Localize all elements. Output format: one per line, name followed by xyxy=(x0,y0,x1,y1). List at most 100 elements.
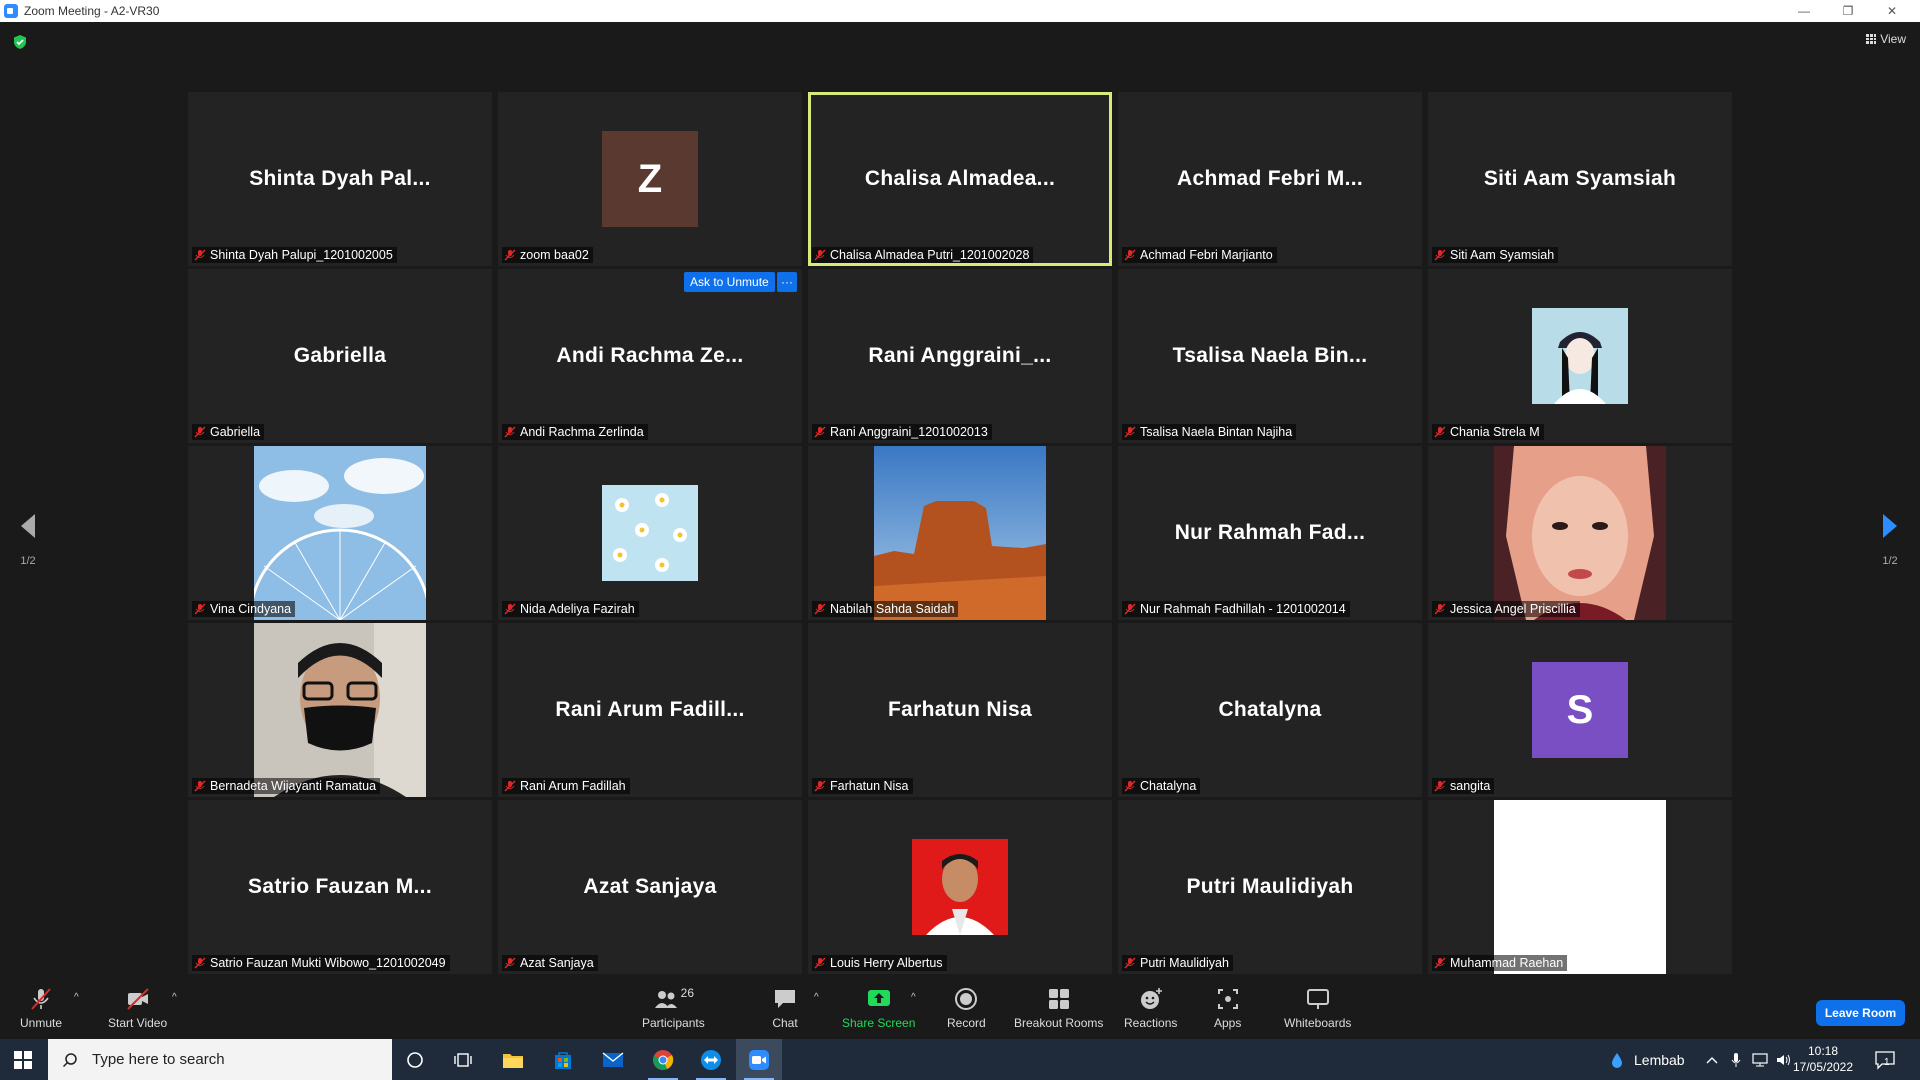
view-button[interactable]: View xyxy=(1866,32,1906,46)
chrome-button[interactable] xyxy=(640,1039,686,1080)
start-video-button[interactable]: Start Video xyxy=(108,986,167,1030)
teamviewer-button[interactable] xyxy=(688,1039,734,1080)
record-icon xyxy=(955,988,978,1010)
nametag-label: Satrio Fauzan Mukti Wibowo_1201002049 xyxy=(210,956,446,970)
video-tile[interactable]: Satrio Fauzan M... Satrio Fauzan Mukti W… xyxy=(188,800,492,974)
video-tile[interactable]: S sangita xyxy=(1428,623,1732,797)
chat-label: Chat xyxy=(772,1016,798,1030)
profile-picture xyxy=(1532,308,1628,404)
video-tile[interactable]: Rani Anggraini_... Rani Anggraini_120100… xyxy=(808,269,1112,443)
microsoft-store-button[interactable] xyxy=(540,1039,586,1080)
video-tile[interactable]: Muhammad Raehan xyxy=(1428,800,1732,974)
muted-mic-icon xyxy=(1434,780,1446,792)
chat-button[interactable]: Chat xyxy=(772,986,798,1030)
previous-page-button[interactable]: 1/2 xyxy=(8,512,48,567)
page-indicator: 1/2 xyxy=(1882,555,1898,567)
muted-mic-icon xyxy=(1434,249,1446,261)
video-tile[interactable]: Nur Rahmah Fad... Nur Rahmah Fadhillah -… xyxy=(1118,446,1422,620)
video-tile[interactable]: Achmad Febri M... Achmad Febri Marjianto xyxy=(1118,92,1422,266)
more-options-button[interactable]: ··· xyxy=(777,272,797,292)
store-icon xyxy=(555,1051,571,1069)
video-tile[interactable]: Farhatun Nisa Farhatun Nisa xyxy=(808,623,1112,797)
participant-nametag: Chatalyna xyxy=(1122,778,1201,794)
video-tile[interactable]: Azat Sanjaya Azat Sanjaya xyxy=(498,800,802,974)
show-hidden-icons-button[interactable] xyxy=(1706,1039,1718,1080)
start-video-label: Start Video xyxy=(108,1016,168,1030)
participant-nametag: Vina Cindyana xyxy=(192,601,296,617)
leave-room-button[interactable]: Leave Room xyxy=(1816,1000,1905,1026)
muted-mic-icon xyxy=(1434,603,1446,615)
nametag-label: Chalisa Almadea Putri_1201002028 xyxy=(830,248,1030,262)
record-button[interactable]: Record xyxy=(947,986,986,1030)
notifications-button[interactable]: 1 xyxy=(1874,1039,1895,1080)
video-tile[interactable]: Jessica Angel Priscillia xyxy=(1428,446,1732,620)
microphone-tray-icon[interactable] xyxy=(1730,1039,1742,1080)
close-button[interactable]: ✕ xyxy=(1870,0,1914,22)
ask-to-unmute-button[interactable]: Ask to Unmute xyxy=(684,272,775,292)
nametag-label: Chania Strela M xyxy=(1450,425,1540,439)
weather-widget[interactable]: Lembab xyxy=(1608,1039,1685,1080)
participant-display-name: Tsalisa Naela Bin... xyxy=(1172,344,1368,367)
apps-button[interactable]: Apps xyxy=(1214,986,1241,1030)
chat-options-caret[interactable]: ^ xyxy=(814,992,819,1003)
participant-display-name: Chatalyna xyxy=(1218,698,1322,721)
whiteboards-button[interactable]: Whiteboards xyxy=(1284,986,1351,1030)
muted-mic-icon xyxy=(194,603,206,615)
mail-button[interactable] xyxy=(590,1039,636,1080)
video-tile[interactable]: Gabriella Gabriella xyxy=(188,269,492,443)
audio-options-caret[interactable]: ^ xyxy=(74,992,79,1003)
breakout-rooms-button[interactable]: Breakout Rooms xyxy=(1014,986,1103,1030)
cortana-button[interactable] xyxy=(392,1039,438,1080)
shield-icon[interactable] xyxy=(12,34,28,50)
participant-nametag: Siti Aam Syamsiah xyxy=(1432,247,1559,263)
page-indicator: 1/2 xyxy=(20,555,36,567)
video-tile[interactable]: Nabilah Sahda Saidah xyxy=(808,446,1112,620)
video-tile[interactable]: Z zoom baa02 xyxy=(498,92,802,266)
nametag-label: Chatalyna xyxy=(1140,779,1197,793)
network-tray-icon[interactable] xyxy=(1752,1039,1768,1080)
task-view-button[interactable] xyxy=(440,1039,486,1080)
nametag-label: Vina Cindyana xyxy=(210,602,292,616)
video-tile-active-speaker[interactable]: Chalisa Almadea... Chalisa Almadea Putri… xyxy=(808,92,1112,266)
unmute-button[interactable]: Unmute xyxy=(20,986,62,1030)
video-tile[interactable]: Bernadeta Wijayanti Ramatua xyxy=(188,623,492,797)
next-page-button[interactable]: 1/2 xyxy=(1870,512,1910,567)
participants-button[interactable]: 26 Participants xyxy=(642,986,705,1030)
muted-mic-icon xyxy=(814,603,826,615)
nametag-label: Tsalisa Naela Bintan Najiha xyxy=(1140,425,1293,439)
video-tile[interactable]: Chatalyna Chatalyna xyxy=(1118,623,1422,797)
video-tile[interactable]: Chania Strela M xyxy=(1428,269,1732,443)
minimize-button[interactable]: — xyxy=(1782,0,1826,22)
video-tile[interactable]: Tsalisa Naela Bin... Tsalisa Naela Binta… xyxy=(1118,269,1422,443)
video-options-caret[interactable]: ^ xyxy=(172,992,177,1003)
participant-display-name: Farhatun Nisa xyxy=(888,698,1032,721)
video-tile[interactable]: Nida Adeliya Fazirah xyxy=(498,446,802,620)
zoom-taskbar-button[interactable] xyxy=(736,1039,782,1080)
video-tile[interactable]: Rani Arum Fadill... Rani Arum Fadillah xyxy=(498,623,802,797)
share-screen-button[interactable]: Share Screen xyxy=(842,986,915,1030)
participant-nametag: Satrio Fauzan Mukti Wibowo_1201002049 xyxy=(192,955,450,971)
restore-button[interactable]: ❐ xyxy=(1826,0,1870,22)
video-tile[interactable]: Putri Maulidiyah Putri Maulidiyah xyxy=(1118,800,1422,974)
muted-mic-icon xyxy=(1434,426,1446,438)
nametag-label: Andi Rachma Zerlinda xyxy=(520,425,644,439)
nametag-label: Nur Rahmah Fadhillah - 1201002014 xyxy=(1140,602,1346,616)
video-tile[interactable]: Louis Herry Albertus xyxy=(808,800,1112,974)
profile-picture xyxy=(602,485,698,581)
nametag-label: Jessica Angel Priscillia xyxy=(1450,602,1576,616)
participant-nametag: Bernadeta Wijayanti Ramatua xyxy=(192,778,381,794)
video-tile[interactable]: Andi Rachma Ze... Andi Rachma Zerlinda xyxy=(498,269,802,443)
taskbar-search-box[interactable]: Type here to search xyxy=(48,1039,392,1080)
share-options-caret[interactable]: ^ xyxy=(911,992,916,1003)
video-tile[interactable]: Shinta Dyah Pal... Shinta Dyah Palupi_12… xyxy=(188,92,492,266)
windows-start-icon[interactable] xyxy=(14,1051,32,1069)
taskbar-clock[interactable]: 10:18 17/05/2022 xyxy=(1790,1043,1856,1075)
file-explorer-button[interactable] xyxy=(490,1039,536,1080)
reactions-button[interactable]: Reactions xyxy=(1124,986,1177,1030)
participant-display-name: Siti Aam Syamsiah xyxy=(1483,167,1677,190)
video-tile[interactable]: Siti Aam Syamsiah Siti Aam Syamsiah xyxy=(1428,92,1732,266)
clock-date: 17/05/2022 xyxy=(1792,1060,1854,1074)
video-tile[interactable]: Vina Cindyana xyxy=(188,446,492,620)
avatar: S xyxy=(1532,662,1628,758)
participant-nametag: Azat Sanjaya xyxy=(502,955,598,971)
